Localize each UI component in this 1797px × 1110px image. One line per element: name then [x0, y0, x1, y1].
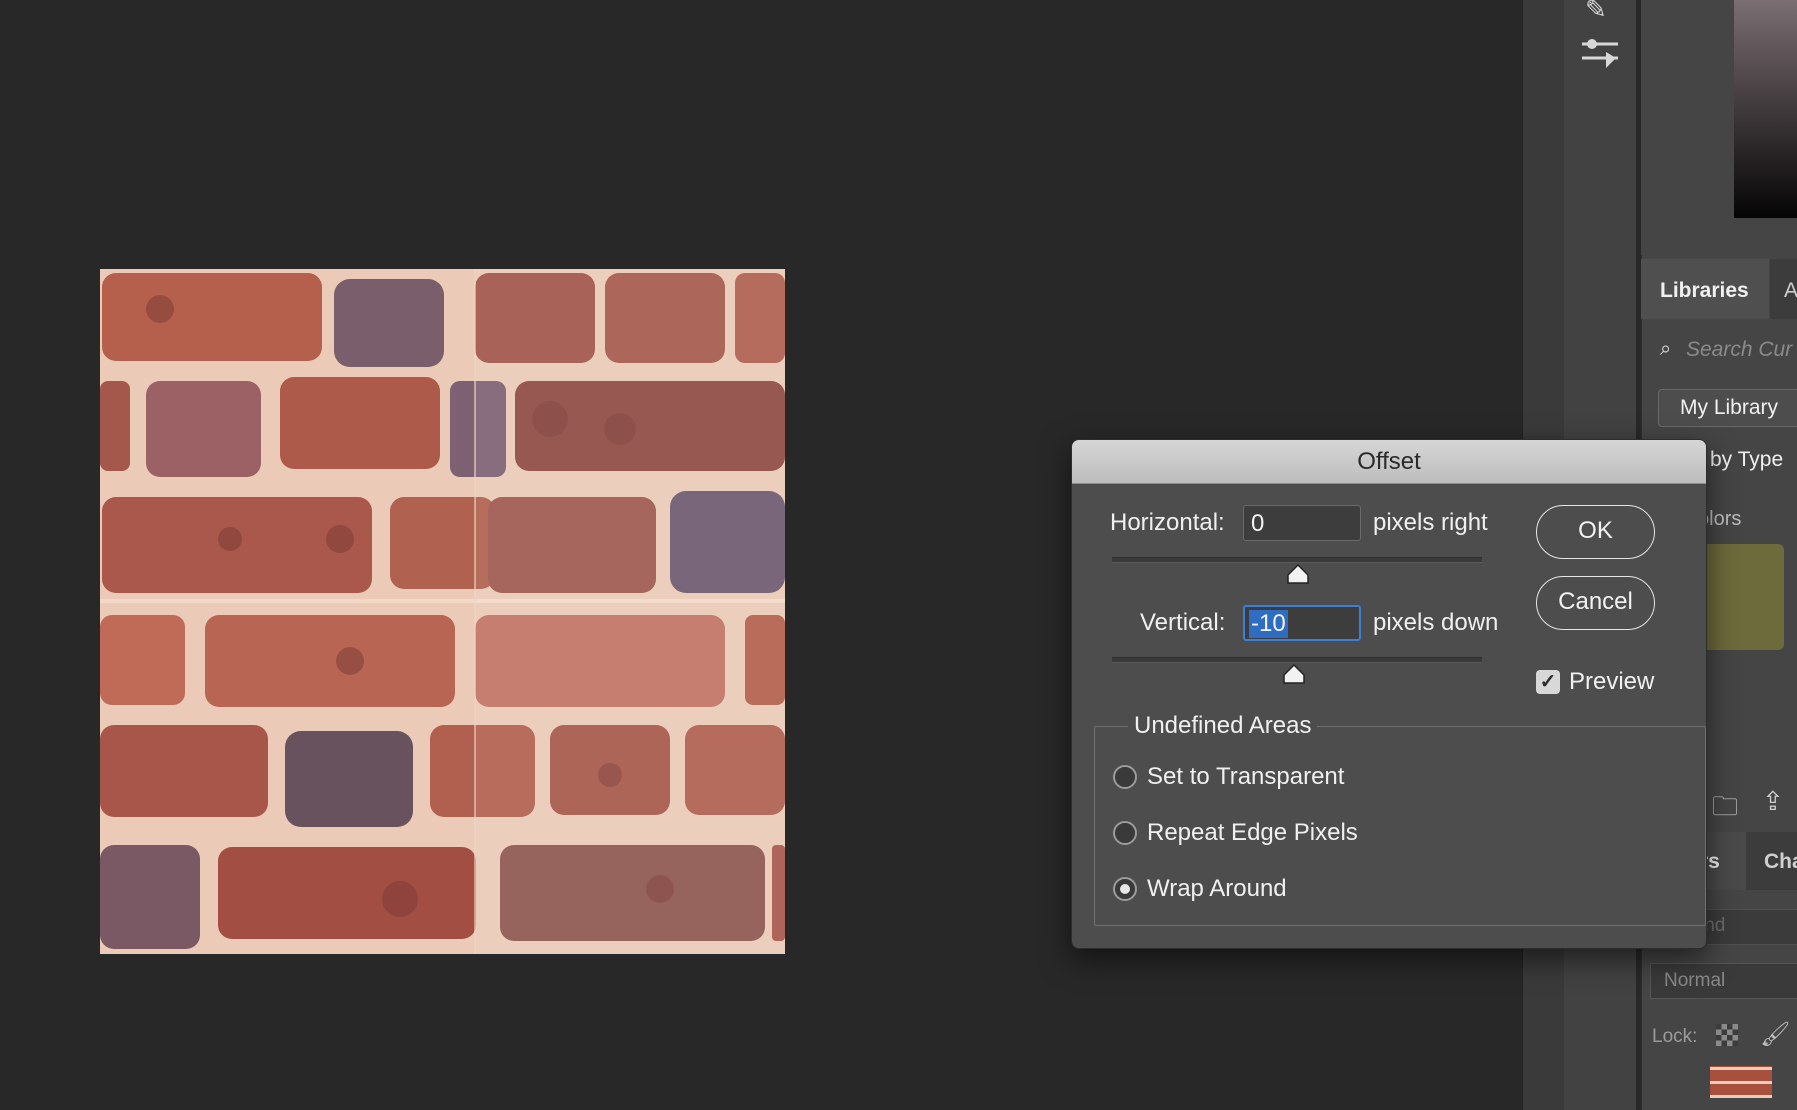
- cancel-button[interactable]: Cancel: [1536, 576, 1655, 630]
- vertical-input[interactable]: -10: [1243, 605, 1361, 641]
- lock-pixels-icon[interactable]: [1716, 1024, 1738, 1046]
- tab-adjustments-label: A: [1784, 279, 1797, 302]
- vertical-value: -10: [1249, 610, 1288, 638]
- upload-icon[interactable]: ⇪: [1762, 786, 1784, 817]
- radio-repeat-edge-pixels[interactable]: [1113, 821, 1137, 845]
- tab-channels[interactable]: Cha: [1764, 850, 1797, 874]
- folder-icon[interactable]: 🗀: [1712, 788, 1738, 832]
- group-by-type[interactable]: by Type: [1710, 448, 1783, 472]
- color-picker-field[interactable]: [1734, 0, 1797, 218]
- search-icon: ⌕: [1660, 338, 1672, 360]
- horizontal-value: 0: [1251, 510, 1265, 537]
- brick-texture-image: [100, 269, 785, 954]
- library-select-label: My Library: [1680, 396, 1779, 419]
- option-set-to-transparent[interactable]: Set to Transparent: [1147, 763, 1344, 791]
- horizontal-slider-thumb[interactable]: [1286, 563, 1310, 590]
- radio-set-to-transparent[interactable]: [1113, 765, 1137, 789]
- vertical-slider-thumb[interactable]: [1282, 663, 1306, 690]
- horizontal-unit: pixels right: [1373, 509, 1488, 536]
- option-repeat-edge-pixels[interactable]: Repeat Edge Pixels: [1147, 819, 1358, 847]
- vertical-unit: pixels down: [1373, 609, 1499, 636]
- horizontal-input[interactable]: 0: [1243, 505, 1361, 541]
- document-canvas[interactable]: [100, 269, 785, 954]
- offset-dialog: Offset Horizontal: 0 pixels right Vertic…: [1071, 439, 1707, 949]
- color-swatch[interactable]: [1702, 544, 1784, 650]
- sliders-icon[interactable]: [1580, 36, 1620, 75]
- tab-libraries-label: Libraries: [1660, 279, 1749, 302]
- lock-brush-icon[interactable]: 🖌: [1760, 1020, 1790, 1049]
- lock-label: Lock:: [1652, 1026, 1698, 1047]
- layer-thumbnail[interactable]: [1710, 1066, 1772, 1098]
- radio-wrap-around[interactable]: [1113, 877, 1137, 901]
- preview-checkbox[interactable]: ✓: [1536, 670, 1560, 694]
- ok-button[interactable]: OK: [1536, 505, 1655, 559]
- brush-icon[interactable]: ✎: [1585, 0, 1607, 25]
- library-search-input[interactable]: Search Cur: [1686, 338, 1792, 362]
- dialog-title: Offset: [1357, 448, 1421, 475]
- preview-label: Preview: [1569, 668, 1655, 695]
- horizontal-label: Horizontal:: [1110, 509, 1225, 536]
- vertical-label: Vertical:: [1140, 609, 1226, 636]
- option-wrap-around[interactable]: Wrap Around: [1147, 875, 1287, 903]
- undefined-areas-label: Undefined Areas: [1128, 712, 1318, 740]
- blend-mode-label: Normal: [1664, 970, 1726, 991]
